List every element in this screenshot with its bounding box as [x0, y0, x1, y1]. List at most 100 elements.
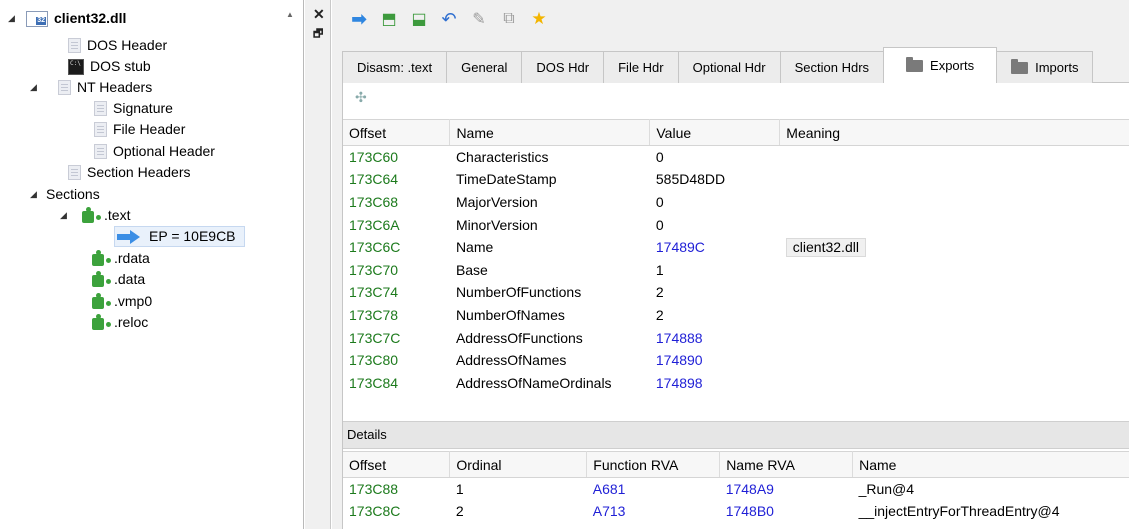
column-header-name[interactable]: Name [852, 451, 1129, 478]
tree-node-vmp0[interactable]: .vmp0 [90, 291, 152, 312]
tree-node-reloc[interactable]: .reloc [90, 312, 148, 333]
tab-bar: Disasm: .text General DOS Hdr File Hdr O… [342, 47, 1129, 84]
document-icon [68, 38, 81, 53]
tree-label-data: .data [114, 271, 146, 287]
cell-offset: 173C68 [349, 193, 399, 210]
cell-value: 0 [655, 216, 664, 233]
cell-value: 0 [655, 149, 664, 166]
tab-optional-hdr[interactable]: Optional Hdr [677, 51, 781, 83]
arrow-right-icon[interactable]: ➡ [344, 5, 374, 33]
tab-label: General [461, 59, 508, 75]
column-header-ordinal[interactable]: Ordinal [449, 451, 588, 478]
tree-node-ep[interactable]: EP = 10E9CB [114, 226, 245, 247]
cell-value: 2 [655, 284, 664, 301]
details-table: Offset Ordinal Function RVA Name RVA Nam… [343, 451, 1129, 523]
tab-imports[interactable]: Imports [996, 51, 1094, 83]
tree-node-data[interactable]: .data [90, 269, 145, 290]
tab-exports[interactable]: Exports [883, 47, 998, 84]
tab-file-hdr[interactable]: File Hdr [603, 51, 679, 83]
console-icon [68, 58, 84, 75]
cell-offset: 173C6A [349, 216, 400, 233]
close-icon[interactable]: ✕ [313, 6, 325, 23]
table-row[interactable]: 173C7C AddressOfFunctions 174888 [343, 326, 1129, 349]
collapse-icon[interactable]: ◢ [30, 184, 40, 205]
meaning-badge: client32.dll [785, 237, 866, 257]
tree-label-ep: EP = 10E9CB [149, 228, 236, 244]
table-row[interactable]: 173C60 Characteristics 0 [343, 146, 1129, 169]
cell-offset: 173C74 [349, 284, 399, 301]
tree-node-sections[interactable]: ◢ Sections [30, 184, 100, 205]
pin-icon[interactable]: ✎ [464, 5, 494, 33]
scroll-up-icon[interactable]: ▲ [286, 10, 294, 19]
restore-icon[interactable]: 🗗 [313, 25, 323, 44]
table-row[interactable]: 173C6C Name 17489C client32.dll [343, 236, 1129, 259]
table-row[interactable]: 173C64 TimeDateStamp 585D48DD [343, 168, 1129, 191]
table-row[interactable]: 173C78 NumberOfNames 2 [343, 304, 1129, 327]
dll-icon [26, 10, 48, 27]
tree-label-section-headers: Section Headers [87, 164, 191, 180]
tree-node-nt-headers[interactable]: ◢ NT Headers [30, 77, 152, 98]
collapse-icon[interactable]: ◢ [30, 77, 40, 98]
tree-label-dos-header: DOS Header [87, 37, 168, 53]
column-header-value[interactable]: Value [649, 119, 781, 146]
tab-section-hdrs[interactable]: Section Hdrs [779, 51, 885, 83]
cell-ordinal: 1 [455, 481, 464, 498]
cell-meaning [780, 258, 1129, 281]
table-row[interactable]: 173C84 AddressOfNameOrdinals 174898 [343, 371, 1129, 394]
folder-icon [1011, 58, 1029, 74]
export-icon[interactable]: ⬓ [404, 5, 434, 33]
tree-node-signature[interactable]: Signature [94, 98, 173, 119]
column-header-name[interactable]: Name [449, 119, 651, 146]
tree-node-root[interactable]: ◢ client32.dll [8, 8, 126, 29]
tree-node-section-headers[interactable]: Section Headers [68, 162, 191, 183]
table-row[interactable]: 173C74 NumberOfFunctions 2 [343, 281, 1129, 304]
tab-general[interactable]: General [446, 51, 523, 83]
tree-node-file-header[interactable]: File Header [94, 119, 185, 140]
cell-function-rva: A713 [592, 503, 626, 520]
tab-disasm[interactable]: Disasm: .text [342, 51, 448, 83]
cell-meaning [780, 304, 1129, 327]
collapse-icon[interactable]: ◢ [60, 205, 70, 226]
table-row[interactable]: 173C88 1 A681 1748A9 _Run@4 [343, 478, 1129, 501]
column-header-offset[interactable]: Offset [343, 451, 451, 478]
cell-value: 1 [655, 261, 664, 278]
document-icon [94, 144, 107, 159]
cell-meaning [780, 213, 1129, 236]
tree-label-nt-headers: NT Headers [77, 79, 153, 95]
collapse-icon[interactable]: ◢ [8, 8, 18, 29]
undo-icon[interactable]: ↶ [434, 5, 464, 33]
cell-function-rva: A681 [592, 481, 626, 498]
folder-icon [906, 56, 924, 72]
tree-node-text[interactable]: ◢ .text [60, 205, 130, 226]
table-row[interactable]: 173C68 MajorVersion 0 [343, 191, 1129, 214]
tree-label-file-header: File Header [113, 121, 186, 137]
cell-meaning [780, 371, 1129, 394]
table-row[interactable]: 173C6A MinorVersion 0 [343, 213, 1129, 236]
copy-icon[interactable]: ⧉ [494, 5, 524, 33]
column-header-name-rva[interactable]: Name RVA [719, 451, 854, 478]
move-icon[interactable]: ✣ [355, 89, 367, 106]
tree-node-dos-stub[interactable]: DOS stub [68, 56, 151, 77]
tree-node-rdata[interactable]: .rdata [90, 248, 150, 269]
table-row[interactable]: 173C70 Base 1 [343, 258, 1129, 281]
tree-node-optional-header[interactable]: Optional Header [94, 141, 215, 162]
cell-meaning [780, 349, 1129, 372]
table-row[interactable]: 173C8C 2 A713 1748B0 __injectEntryForThreadE… [343, 500, 1129, 523]
tree-pane[interactable]: ▲ ◢ client32.dll DOS Header DOS stub ◢ N… [0, 0, 304, 529]
cell-meaning: client32.dll [780, 236, 1129, 259]
tab-label: Exports [930, 57, 975, 73]
cell-value: 174898 [655, 374, 703, 391]
import-icon[interactable]: ⬒ [374, 5, 404, 33]
tab-label: Optional Hdr [692, 59, 766, 75]
column-header-function-rva[interactable]: Function RVA [586, 451, 721, 478]
table-row[interactable]: 173C80 AddressOfNames 174890 [343, 349, 1129, 372]
puzzle-icon [90, 270, 108, 289]
exports-panel: ✣ Offset Name Value Meaning 173C60 Charac… [342, 83, 1129, 529]
column-header-offset[interactable]: Offset [343, 119, 451, 146]
star-icon[interactable]: ★ [524, 5, 554, 33]
column-header-meaning[interactable]: Meaning [779, 119, 1129, 146]
tab-dos-hdr[interactable]: DOS Hdr [521, 51, 605, 83]
cell-name: AddressOfNameOrdinals [455, 374, 612, 391]
tree-node-dos-header[interactable]: DOS Header [68, 35, 167, 56]
cell-meaning [780, 191, 1129, 214]
